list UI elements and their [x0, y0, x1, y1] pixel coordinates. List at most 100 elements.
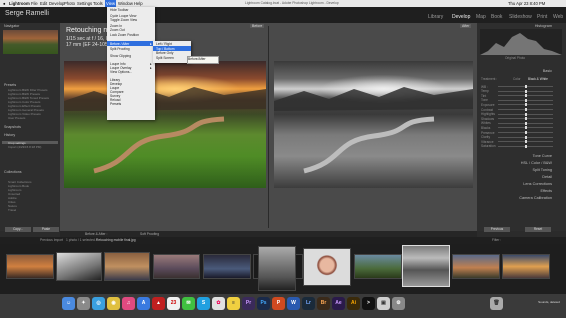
menu-tools[interactable]: Tools — [93, 1, 103, 6]
navigator-header[interactable]: Navigator — [4, 24, 19, 28]
preview-icon[interactable]: ▣ — [377, 297, 390, 310]
histogram-header[interactable]: Histogram — [535, 24, 552, 28]
trash-icon[interactable]: 🗑 — [490, 297, 503, 310]
submenu-before-only[interactable]: Before Only — [156, 51, 173, 55]
premiere-icon[interactable]: Pr — [242, 297, 255, 310]
before-image[interactable] — [64, 61, 266, 188]
menu-item-before-after[interactable]: Before / After — [110, 42, 152, 46]
soft-proofing-checkbox[interactable]: Soft Proofing — [140, 232, 159, 236]
menu-item-toggle-zoom[interactable]: Toggle Zoom View — [110, 18, 137, 22]
slider-track[interactable] — [498, 103, 553, 107]
terminal-icon[interactable]: > — [362, 297, 375, 310]
source-label[interactable]: Previous Import — [40, 238, 63, 242]
filter-label[interactable]: Filter : — [492, 238, 501, 242]
slider-track[interactable] — [498, 89, 553, 93]
menu-file[interactable]: File — [31, 1, 38, 6]
menu-view[interactable]: View — [105, 0, 117, 7]
thumbnail[interactable] — [258, 246, 296, 291]
thumbnail[interactable] — [502, 254, 550, 279]
thumbnail-selected[interactable] — [402, 245, 450, 287]
slider-knob[interactable] — [524, 126, 527, 130]
slider-track[interactable] — [498, 108, 553, 111]
slider-track[interactable] — [498, 94, 553, 98]
skype-icon[interactable]: S — [197, 297, 210, 310]
menu-item-hide-toolbar[interactable]: Hide Toolbar — [110, 8, 128, 12]
slider-knob[interactable] — [524, 144, 527, 148]
menu-item-show-clipping[interactable]: Show Clipping — [110, 54, 131, 58]
basic-header[interactable]: Basic — [543, 69, 552, 73]
thumbnail[interactable] — [452, 254, 500, 279]
menu-item-zoom-out[interactable]: Zoom Out — [110, 28, 125, 32]
slider-track[interactable] — [498, 117, 553, 121]
section-tone-curve[interactable]: Tone Curve — [533, 154, 552, 158]
module-slideshow[interactable]: Slideshow — [509, 14, 532, 20]
collection-item[interactable]: Travel — [8, 208, 16, 212]
slider-track[interactable] — [498, 131, 553, 134]
chrome-icon[interactable]: ◉ — [107, 297, 120, 310]
section-split-toning[interactable]: Split Toning — [532, 168, 552, 172]
menu-lightroom[interactable]: Lightroom — [9, 1, 30, 6]
photoshop-icon[interactable]: Ps — [257, 297, 270, 310]
slider-knob[interactable] — [524, 94, 527, 98]
navigator-preview[interactable] — [3, 30, 58, 54]
slider-track[interactable] — [498, 121, 553, 125]
module-book[interactable]: Book — [491, 14, 502, 20]
slider-track[interactable] — [498, 126, 553, 130]
lightroom-icon[interactable]: Lr — [302, 297, 315, 310]
system-prefs-icon[interactable]: ⚙ — [392, 297, 405, 310]
menu-develop[interactable]: Develop — [49, 1, 64, 6]
itunes-icon[interactable]: ♫ — [122, 297, 135, 310]
menu-window[interactable]: Window — [118, 1, 133, 6]
preset-folder[interactable]: User Presets — [8, 116, 25, 120]
menu-settings[interactable]: Settings — [77, 1, 92, 6]
thumbnail[interactable] — [354, 254, 402, 279]
slider-track[interactable] — [498, 144, 553, 148]
reset-button[interactable]: Reset — [525, 227, 551, 232]
slider-track[interactable] — [498, 112, 553, 116]
snapshots-header[interactable]: Snapshots — [4, 125, 21, 129]
treatment-color[interactable]: Color — [513, 77, 521, 81]
thumbnail[interactable] — [153, 254, 200, 279]
submenu-split-screen[interactable]: Split Screen — [156, 56, 174, 60]
thumbnail[interactable] — [6, 254, 54, 279]
slider-knob[interactable] — [524, 108, 527, 111]
module-library[interactable]: Library — [428, 14, 443, 20]
module-web[interactable]: Web — [553, 14, 563, 20]
thumbnail[interactable] — [56, 252, 102, 281]
slider-knob[interactable] — [524, 103, 527, 107]
menu-item-presets[interactable]: Presets — [110, 102, 121, 106]
messages-icon[interactable]: ✉ — [182, 297, 195, 310]
section-effects[interactable]: Effects — [540, 189, 552, 193]
illustrator-icon[interactable]: Ai — [347, 297, 360, 310]
module-print[interactable]: Print — [537, 14, 547, 20]
slider-knob[interactable] — [524, 140, 527, 144]
menu-item-lock-zoom[interactable]: Lock Zoom Position — [110, 33, 139, 37]
slider-track[interactable] — [498, 85, 553, 88]
finder-icon[interactable]: ☺ — [62, 297, 75, 310]
after-image[interactable] — [274, 61, 473, 188]
calendar-icon[interactable]: 23 — [167, 297, 180, 310]
after-effects-icon[interactable]: Ae — [332, 297, 345, 310]
slider-knob[interactable] — [524, 135, 527, 139]
menu-item-split-proofing[interactable]: Split Proofing — [110, 47, 130, 51]
word-icon[interactable]: W — [287, 297, 300, 310]
previous-button[interactable]: Previous — [484, 227, 510, 232]
acrobat-icon[interactable]: ▲ — [152, 297, 165, 310]
apple-menu-icon[interactable]: ● — [3, 1, 6, 6]
treatment-bw[interactable]: Black & White — [528, 77, 548, 81]
section-lens-corrections[interactable]: Lens Corrections — [523, 182, 552, 186]
menu-help[interactable]: Help — [134, 1, 143, 6]
module-map[interactable]: Map — [476, 14, 486, 20]
history-header[interactable]: History — [4, 133, 15, 137]
section-hsl[interactable]: HSL / Color / B&W — [521, 161, 552, 165]
slider-track[interactable] — [498, 98, 553, 102]
notes-icon[interactable]: ≡ — [227, 297, 240, 310]
copy-button[interactable]: Copy... — [5, 227, 31, 232]
slider-knob[interactable] — [524, 131, 527, 134]
thumbnail[interactable] — [303, 248, 351, 286]
paste-button[interactable]: Paste — [33, 227, 59, 232]
menu-edit[interactable]: Edit — [40, 1, 47, 6]
safari-icon[interactable]: ◎ — [92, 297, 105, 310]
section-camera-calibration[interactable]: Camera Calibration — [519, 196, 552, 200]
slider-track[interactable] — [498, 135, 553, 139]
